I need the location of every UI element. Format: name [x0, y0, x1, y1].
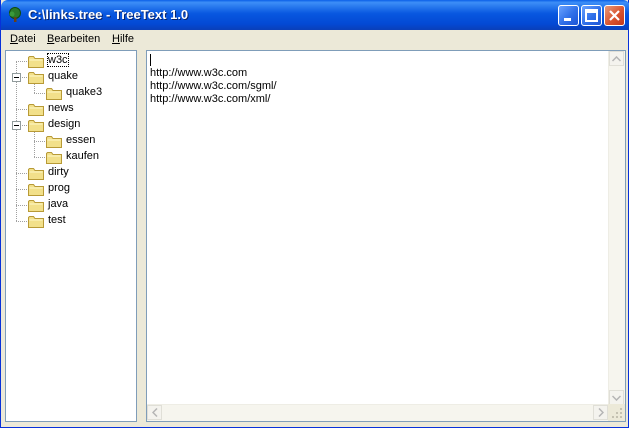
menu-datei[interactable]: Datei [10, 33, 36, 45]
tree-node-label[interactable]: news [48, 102, 74, 114]
title-bar[interactable]: C:\links.tree - TreeText 1.0 [1, 0, 629, 30]
editor-line: http://www.w3c.com/xml/ [150, 93, 271, 105]
text-caret [150, 54, 151, 67]
tree-node-label[interactable]: prog [48, 182, 70, 194]
editor-line: http://www.w3c.com [150, 67, 248, 79]
tree-node-label[interactable]: test [48, 214, 66, 226]
folder-icon [28, 184, 44, 196]
tree-connector-line [34, 141, 35, 157]
tree-node-label[interactable]: dirty [48, 166, 69, 178]
folder-icon [28, 200, 44, 212]
scroll-left-button[interactable] [147, 405, 162, 420]
tree-node-label[interactable]: kaufen [66, 150, 99, 162]
tree-node-label[interactable]: java [48, 198, 68, 210]
tree-node-label[interactable]: quake3 [66, 86, 102, 98]
vertical-scrollbar[interactable] [608, 51, 625, 405]
minimize-button[interactable] [558, 5, 579, 26]
tree-collapse-toggle[interactable] [12, 121, 21, 130]
arrow-up-icon [612, 55, 621, 62]
tree-connector-line [16, 61, 17, 221]
arrow-left-icon [151, 408, 158, 417]
folder-icon [28, 56, 44, 68]
resize-grip-icon [612, 408, 622, 418]
tree-node-label[interactable]: design [48, 118, 80, 130]
editor-line [150, 54, 606, 67]
application-window: C:\links.tree - TreeText 1.0 Datei Bearb… [0, 0, 629, 428]
tree-connector-line [34, 93, 45, 94]
menu-hilfe[interactable]: Hilfe [112, 33, 134, 45]
scroll-down-button[interactable] [609, 390, 624, 405]
tree-connector-line [34, 141, 45, 142]
folder-icon [46, 152, 62, 164]
resize-grip[interactable] [608, 404, 625, 421]
tree-icon [9, 7, 21, 22]
folder-icon [28, 120, 44, 132]
tree-connector-line [16, 221, 27, 222]
tree-node-label[interactable]: quake [48, 70, 78, 82]
tree-node-label[interactable]: essen [66, 134, 95, 146]
folder-icon [46, 136, 62, 148]
close-icon [609, 10, 620, 21]
tree-connector-line [16, 189, 27, 190]
arrow-down-icon [612, 394, 621, 401]
folder-icon [28, 104, 44, 116]
tree-connector-line [16, 205, 27, 206]
window-title: C:\links.tree - TreeText 1.0 [28, 7, 189, 22]
arrow-right-icon [597, 408, 604, 417]
folder-icon [46, 88, 62, 100]
folder-icon [28, 168, 44, 180]
text-editor-pane[interactable]: http://www.w3c.com http://www.w3c.com/sg… [146, 50, 626, 422]
tree-connector-line [16, 173, 27, 174]
text-editor[interactable]: http://www.w3c.com http://www.w3c.com/sg… [148, 51, 608, 405]
tree-connector-line [34, 84, 35, 93]
tree-connector-line [34, 157, 45, 158]
horizontal-scrollbar[interactable] [147, 404, 608, 421]
minimize-icon [564, 18, 571, 21]
tree-node-label[interactable]: w3c [47, 53, 69, 67]
tree-collapse-toggle[interactable] [12, 73, 21, 82]
tree-view[interactable]: w3c quake quake3 news design essen kaufen dirty… [5, 50, 137, 422]
tree-connector-line [16, 109, 27, 110]
scroll-right-button[interactable] [593, 405, 608, 420]
folder-icon [28, 72, 44, 84]
maximize-button[interactable] [581, 5, 602, 26]
editor-line: http://www.w3c.com/sgml/ [150, 80, 277, 92]
menu-bearbeiten[interactable]: Bearbeiten [47, 33, 100, 45]
folder-icon [28, 216, 44, 228]
maximize-icon [585, 9, 598, 22]
pane-splitter[interactable] [137, 50, 146, 422]
menu-bar: Datei Bearbeiten Hilfe [4, 30, 626, 49]
scroll-up-button[interactable] [609, 51, 624, 66]
tree-connector-line [16, 61, 27, 62]
tree-connector-line [34, 132, 35, 141]
close-button[interactable] [604, 5, 625, 26]
